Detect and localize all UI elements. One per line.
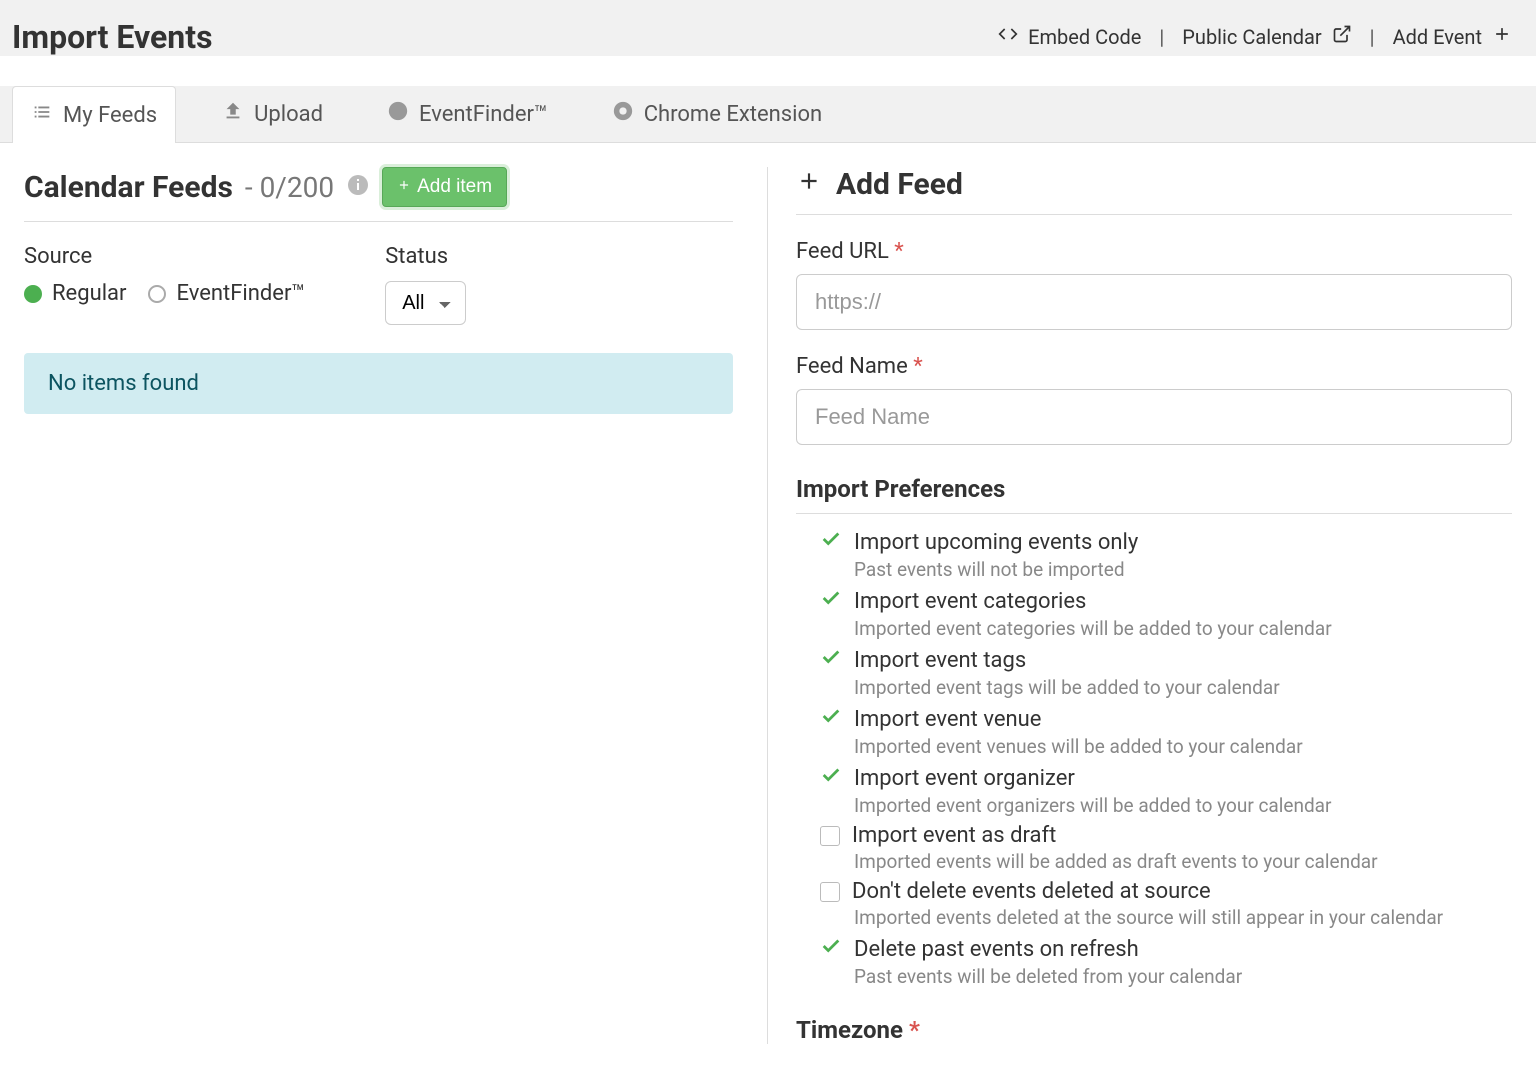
tabs: My Feeds Upload EventFinder™ Chrome Exte…	[0, 86, 1536, 143]
pref-toggle-delete-past[interactable]: Delete past events on refresh	[820, 935, 1512, 963]
upload-icon	[222, 100, 244, 128]
feed-url-label: Feed URL *	[796, 239, 1512, 264]
feed-name-label: Feed Name *	[796, 354, 1512, 379]
embed-code-link[interactable]: Embed Code	[998, 24, 1141, 49]
radio-selected-icon	[24, 285, 42, 303]
radio-label: EventFinder™	[176, 281, 305, 306]
check-icon	[820, 528, 842, 556]
public-calendar-label: Public Calendar	[1182, 25, 1321, 49]
check-icon	[820, 587, 842, 615]
chrome-icon	[612, 100, 634, 128]
radio-label: Regular	[52, 281, 126, 306]
divider: |	[1153, 25, 1170, 49]
preferences-list: Import upcoming events only Past events w…	[796, 528, 1512, 988]
tab-label: My Feeds	[63, 103, 157, 128]
tab-chrome-extension[interactable]: Chrome Extension	[594, 86, 840, 142]
check-icon	[820, 646, 842, 674]
pref-toggle-draft[interactable]: Import event as draft	[820, 823, 1512, 848]
calendar-feeds-title: Calendar Feeds	[24, 170, 233, 205]
source-radio-eventfinder[interactable]: EventFinder™	[148, 281, 305, 306]
pref-description: Past events will be deleted from your ca…	[854, 965, 1512, 988]
add-event-link[interactable]: Add Event	[1393, 24, 1512, 49]
add-feed-heading-text: Add Feed	[836, 167, 963, 202]
import-preferences-heading: Import Preferences	[796, 475, 1512, 514]
tab-label: Chrome Extension	[644, 102, 822, 127]
plus-icon	[796, 167, 822, 202]
feed-name-input[interactable]	[796, 389, 1512, 445]
code-icon	[998, 24, 1018, 49]
check-icon	[820, 764, 842, 792]
status-label: Status	[385, 244, 466, 269]
tab-label: EventFinder™	[419, 102, 548, 127]
check-icon	[820, 935, 842, 963]
pref-description: Imported event venues will be added to y…	[854, 735, 1512, 758]
pref-toggle-no-delete[interactable]: Don't delete events deleted at source	[820, 879, 1512, 904]
pref-description: Imported events deleted at the source wi…	[854, 906, 1512, 929]
info-icon[interactable]	[346, 173, 370, 201]
pref-description: Imported event organizers will be added …	[854, 794, 1512, 817]
tab-my-feeds[interactable]: My Feeds	[12, 86, 176, 143]
page-title: Import Events	[12, 18, 213, 56]
timezone-heading: Timezone *	[796, 1016, 1512, 1044]
pref-description: Imported event categories will be added …	[854, 617, 1512, 640]
add-item-button[interactable]: Add item	[382, 167, 507, 207]
embed-code-label: Embed Code	[1028, 25, 1141, 49]
pref-toggle-tags[interactable]: Import event tags	[820, 646, 1512, 674]
tab-label: Upload	[254, 102, 323, 127]
pref-label: Don't delete events deleted at source	[852, 879, 1211, 904]
pref-label: Import event organizer	[854, 766, 1075, 791]
pref-label: Import event as draft	[852, 823, 1056, 848]
plus-icon	[397, 176, 411, 198]
checkbox-unchecked-icon	[820, 882, 840, 902]
no-items-alert: No items found	[24, 353, 733, 414]
pref-toggle-categories[interactable]: Import event categories	[820, 587, 1512, 615]
tab-eventfinder[interactable]: EventFinder™	[369, 86, 566, 142]
calendar-feeds-count: - 0/200	[245, 171, 334, 204]
radio-unselected-icon	[148, 285, 166, 303]
top-actions: Embed Code | Public Calendar | Add Event	[998, 18, 1512, 49]
pref-description: Past events will not be imported	[854, 558, 1512, 581]
pref-description: Imported events will be added as draft e…	[854, 850, 1512, 873]
divider: |	[1364, 25, 1381, 49]
check-icon	[820, 705, 842, 733]
status-select[interactable]: All	[385, 281, 466, 325]
pref-description: Imported event tags will be added to you…	[854, 676, 1512, 699]
checkbox-unchecked-icon	[820, 826, 840, 846]
pref-label: Import upcoming events only	[854, 530, 1138, 555]
feed-url-input[interactable]	[796, 274, 1512, 330]
globe-icon	[387, 100, 409, 128]
plus-icon	[1492, 24, 1512, 49]
add-event-label: Add Event	[1393, 25, 1482, 49]
pref-toggle-organizer[interactable]: Import event organizer	[820, 764, 1512, 792]
tab-upload[interactable]: Upload	[204, 86, 341, 142]
pref-label: Import event venue	[854, 707, 1041, 732]
public-calendar-link[interactable]: Public Calendar	[1182, 24, 1351, 49]
add-feed-heading: Add Feed	[796, 167, 1512, 215]
add-item-label: Add item	[417, 176, 492, 198]
external-link-icon	[1332, 24, 1352, 49]
pref-label: Delete past events on refresh	[854, 937, 1139, 962]
source-radio-regular[interactable]: Regular	[24, 281, 126, 306]
pref-label: Import event categories	[854, 589, 1086, 614]
pref-label: Import event tags	[854, 648, 1026, 673]
source-label: Source	[24, 244, 305, 269]
pref-toggle-venue[interactable]: Import event venue	[820, 705, 1512, 733]
pref-toggle-upcoming[interactable]: Import upcoming events only	[820, 528, 1512, 556]
list-icon	[31, 101, 53, 129]
